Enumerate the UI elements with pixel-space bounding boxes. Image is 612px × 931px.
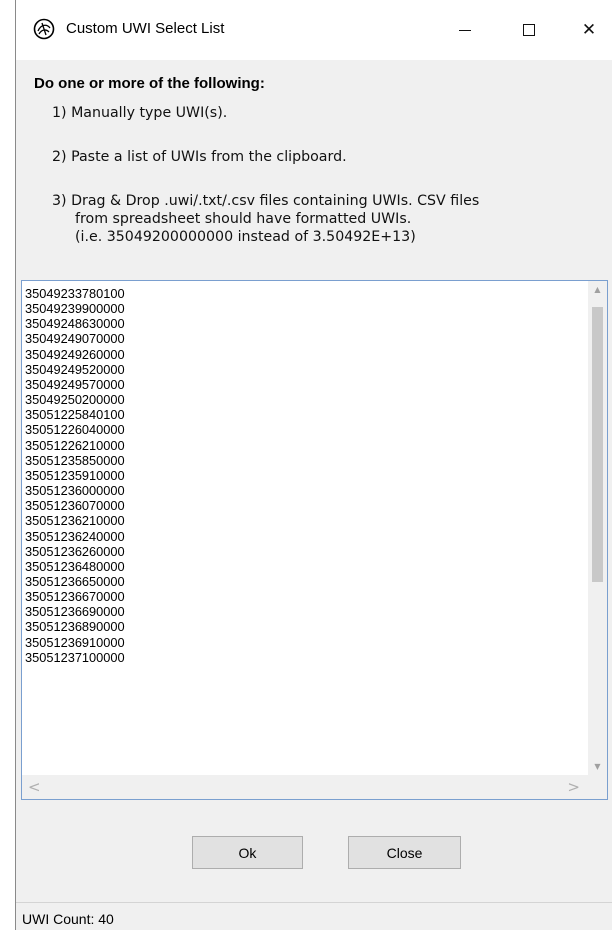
status-bar: UWI Count: 40: [16, 902, 612, 931]
instruction-step-1: 1) Manually type UWI(s).: [52, 105, 228, 121]
ok-button[interactable]: Ok: [192, 836, 303, 869]
scroll-down-arrow-icon[interactable]: ▼: [588, 758, 607, 775]
instruction-step-3-line-3: (i.e. 35049200000000 instead of 3.50492E…: [75, 229, 416, 245]
instruction-step-3-line-1: 3) Drag & Drop .uwi/.txt/.csv files cont…: [52, 193, 480, 209]
minimize-button[interactable]: [441, 12, 489, 48]
close-button[interactable]: Close: [348, 836, 461, 869]
uwi-list-line: 35051235910000: [25, 467, 125, 483]
uwi-list-line: 35051226040000: [25, 422, 125, 438]
vertical-scrollbar[interactable]: ▲ ▼: [588, 281, 607, 775]
app-logo-icon: [33, 18, 55, 40]
uwi-count-status: UWI Count: 40: [22, 911, 114, 927]
uwi-list-line: 35049249070000: [25, 331, 125, 347]
title-bar[interactable]: Custom UWI Select List ✕: [16, 0, 612, 60]
minimize-icon: [459, 29, 471, 31]
instruction-step-2: 2) Paste a list of UWIs from the clipboa…: [52, 149, 347, 165]
close-icon: ✕: [581, 20, 597, 40]
instruction-step-3-line-2: from spreadsheet should have formatted U…: [75, 211, 412, 227]
horizontal-scrollbar[interactable]: < >: [22, 775, 588, 799]
uwi-list-line: 35051236910000: [25, 634, 125, 650]
scroll-left-arrow-icon[interactable]: <: [28, 778, 41, 796]
scroll-right-arrow-icon[interactable]: >: [567, 778, 580, 796]
uwi-list-line: 35051226210000: [25, 437, 125, 453]
uwi-list-line: 35051236210000: [25, 513, 125, 529]
instructions-heading: Do one or more of the following:: [34, 75, 265, 92]
uwi-list-line: 35049233780100: [25, 286, 125, 301]
custom-uwi-dialog: Custom UWI Select List ✕ Do one or more …: [15, 0, 612, 930]
uwi-list-content[interactable]: 35049233780100 35049239900000 350492486300…: [22, 281, 588, 775]
uwi-list-line: 35051236670000: [25, 589, 125, 605]
scrollbar-corner: [588, 775, 607, 799]
scroll-up-arrow-icon[interactable]: ▲: [588, 281, 607, 298]
maximize-button[interactable]: [505, 12, 553, 48]
uwi-list-line: 35051236260000: [25, 543, 125, 559]
uwi-list-line: 35051235850000: [25, 452, 125, 468]
uwi-list-textarea[interactable]: 35049233780100 35049239900000 350492486300…: [21, 280, 608, 800]
uwi-list-line: 35051236480000: [25, 558, 125, 574]
uwi-list-line: 35051236690000: [25, 604, 125, 620]
vertical-scroll-thumb[interactable]: [592, 307, 603, 582]
uwi-list-line: 35051236070000: [25, 498, 125, 514]
uwi-list-line: 35051236650000: [25, 573, 125, 589]
uwi-list-line: 35051237100000: [25, 649, 125, 665]
uwi-list-line: 35049249570000: [25, 376, 125, 392]
uwi-list-line: 35051236000000: [25, 483, 125, 499]
uwi-list-line: 35051236240000: [25, 528, 125, 544]
uwi-list-line: 35051236890000: [25, 619, 125, 635]
uwi-list-line: 35049249520000: [25, 361, 125, 377]
uwi-list-line: 35049239900000: [25, 301, 125, 317]
uwi-list-line: 35049248630000: [25, 316, 125, 332]
close-window-button[interactable]: ✕: [565, 12, 612, 48]
maximize-icon: [523, 24, 535, 36]
uwi-list-line: 35049249260000: [25, 346, 125, 362]
uwi-list-line: 35051225840100: [25, 407, 125, 423]
uwi-list-line: 35049250200000: [25, 392, 125, 408]
instruction-step-3: 3) Drag & Drop .uwi/.txt/.csv files cont…: [52, 192, 479, 246]
window-title: Custom UWI Select List: [66, 20, 225, 37]
